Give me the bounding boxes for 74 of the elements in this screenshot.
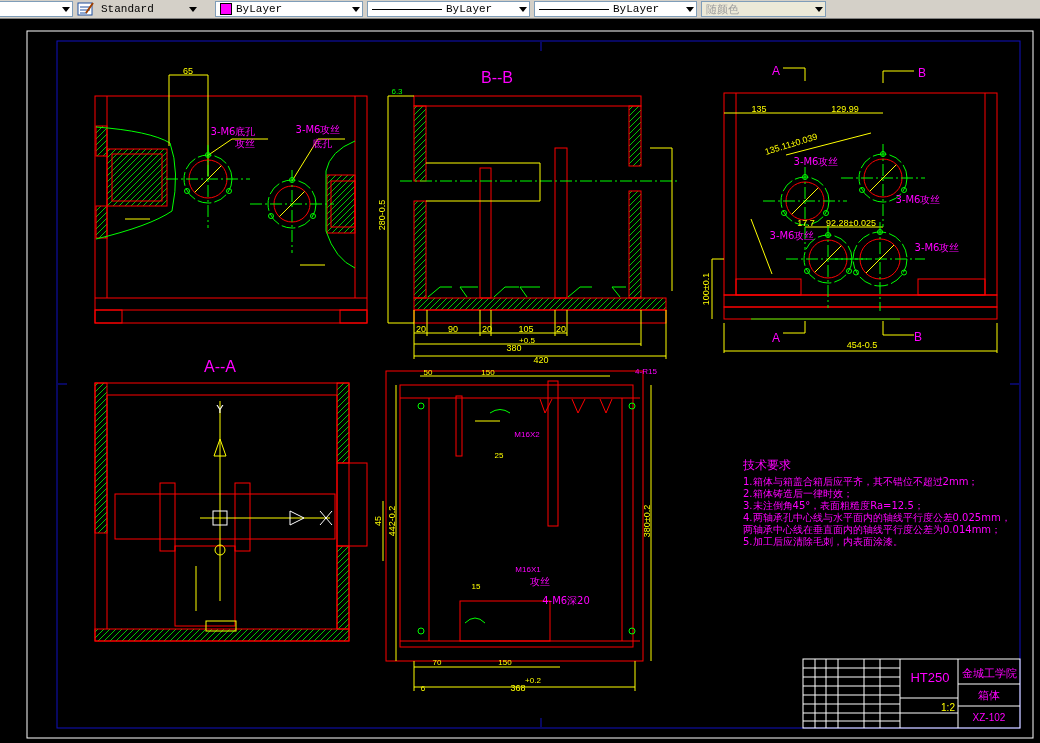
caret-icon [686, 6, 694, 12]
dimension-text: 100±0.1 [701, 272, 711, 306]
line-sample [539, 8, 609, 10]
dimension-text: 442-0.2 [387, 505, 397, 537]
dropdown[interactable] [0, 1, 73, 17]
note-line: 3.未注倒角45°，表面粗糙度Ra=12.5； [743, 500, 924, 511]
annotation-text: 4-M6深20 [542, 595, 590, 606]
caret-icon [519, 6, 527, 12]
dimension-text: 380 [506, 343, 522, 353]
dimension-text: 280-0.5 [377, 199, 387, 231]
dimension-text: 6 [420, 684, 426, 693]
dimension-text: 45 [373, 516, 383, 526]
note-line: 1.箱体与箱盖合箱后应平齐，其不错位不超过2mm； [743, 476, 979, 487]
text-style-icon[interactable] [77, 1, 95, 17]
dimension-text: 380±0.2 [642, 504, 652, 538]
view-label: B--B [481, 69, 513, 86]
view-label: A--A [204, 358, 236, 375]
dropdown[interactable]: ByLayer [215, 1, 363, 17]
dropdown[interactable]: ByLayer [534, 1, 697, 17]
dimension-text: 70 [432, 658, 442, 667]
drawing-number: XZ-102 [972, 712, 1006, 723]
dimension-text: 20 [416, 324, 426, 334]
scale-text: 1:2 [941, 702, 955, 713]
note-line: 2.箱体铸造后一律时效； [743, 488, 853, 499]
annotation-text: M16X1 [515, 565, 541, 574]
annotation-text: 3-M6底孔 [210, 126, 256, 137]
annotation-text: 4-R15 [635, 367, 657, 376]
dimension-text: 25 [494, 451, 504, 460]
view-label: B [918, 66, 926, 80]
dimension-text: 92.28±0.025 [826, 218, 876, 228]
view-label: A [772, 331, 780, 345]
dimension-text: 17.7 [797, 218, 815, 228]
dimension-text: 65 [183, 66, 193, 76]
caret-icon [815, 6, 823, 12]
dimension-text: 150 [481, 368, 495, 377]
dimension-text: 20 [482, 324, 492, 334]
annotation-text: M16X2 [514, 430, 540, 439]
dimension-text: +0.5 [519, 336, 535, 345]
view-label: B [914, 330, 922, 344]
dimension-text: 135 [751, 104, 767, 114]
dimension-text: 150 [498, 658, 512, 667]
view-label: A [772, 64, 780, 78]
dimension-text: 129.99 [831, 104, 859, 114]
note-line: 5.加工后应清除毛刺，内表面涂漆。 [743, 536, 903, 547]
caret-icon [62, 6, 70, 12]
annotation-text: 3-M6攻丝 [295, 124, 341, 135]
dimension-text: 105 [518, 324, 534, 334]
dimension-text: +0.2 [525, 676, 541, 685]
note-line: 两轴承中心线在垂直面内的轴线平行度公差为0.014mm； [743, 524, 1002, 535]
annotation-text: 3-M6攻丝 [793, 156, 839, 167]
dimension-text: 454-0.5 [846, 340, 878, 350]
dimension-text: 420 [533, 355, 549, 365]
part-name: 箱体 [978, 689, 1000, 702]
dropdown[interactable]: ByLayer [367, 1, 530, 17]
annotation-text: 底孔 [312, 138, 332, 149]
material-text: HT250 [910, 670, 950, 685]
dimension-text: 6.3 [391, 87, 403, 96]
line-sample [372, 8, 442, 10]
note-line: 4.两轴承孔中心线与水平面内的轴线平行度公差0.025mm， [743, 512, 1011, 523]
notes-title: 技术要求 [743, 458, 791, 472]
dimension-text: 368 [510, 683, 526, 693]
annotation-text: 3-M6攻丝 [895, 194, 941, 205]
dimension-text: Y [216, 403, 224, 415]
dimension-text: 15 [471, 582, 481, 591]
school-name: 金城工学院 [961, 667, 1017, 680]
dimension-text: 50 [423, 368, 433, 377]
caret-icon [189, 6, 197, 12]
dimension-text: 90 [448, 324, 458, 334]
annotation-text: 攻丝 [235, 138, 255, 149]
annotation-text: 3-M6攻丝 [914, 242, 960, 253]
caret-icon [352, 6, 360, 12]
annotation-text: 3-M6攻丝 [769, 230, 815, 241]
annotation-text: 攻丝 [530, 576, 550, 587]
dimension-text: 20 [556, 324, 566, 334]
